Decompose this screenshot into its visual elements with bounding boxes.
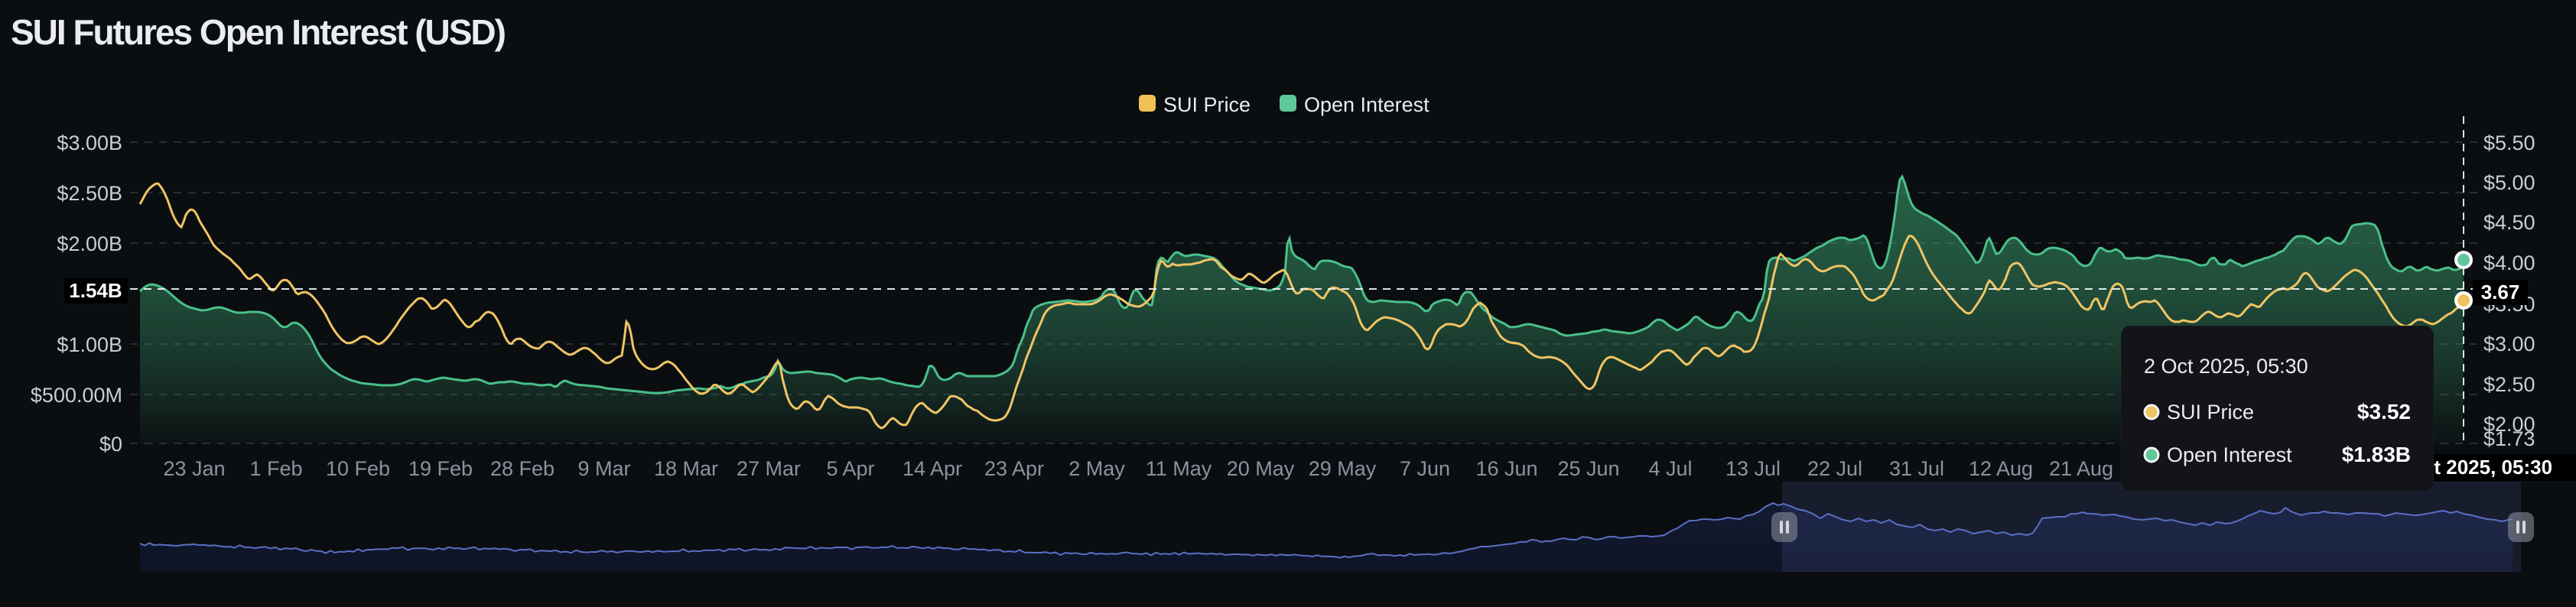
svg-text:Open Interest: Open Interest [1304,93,1429,116]
svg-text:SUI Price: SUI Price [1163,93,1251,116]
svg-text:5 Apr: 5 Apr [826,457,874,480]
svg-text:$2.50: $2.50 [2483,373,2535,396]
svg-text:16 Jun: 16 Jun [1475,457,1537,480]
svg-text:$1.83B: $1.83B [2342,443,2411,466]
svg-text:$4.00: $4.00 [2483,252,2535,274]
svg-text:$5.50: $5.50 [2483,131,2535,154]
svg-text:2 Oct 2025, 05:30: 2 Oct 2025, 05:30 [2144,355,2308,378]
svg-text:10 Feb: 10 Feb [326,457,390,480]
svg-text:28 Feb: 28 Feb [490,457,555,480]
svg-text:$3.00: $3.00 [2483,333,2535,355]
svg-text:23 Apr: 23 Apr [984,457,1044,480]
svg-text:$1.73: $1.73 [2483,427,2535,450]
svg-text:$4.50: $4.50 [2483,211,2535,234]
svg-text:27 Mar: 27 Mar [737,457,801,480]
svg-text:$500.00M: $500.00M [31,384,122,407]
svg-text:$3.52: $3.52 [2357,400,2411,424]
svg-text:14 Apr: 14 Apr [903,457,962,480]
svg-text:1.54B: 1.54B [69,279,122,302]
svg-text:SUI Price: SUI Price [2167,401,2254,424]
svg-text:31 Jul: 31 Jul [1889,457,1944,480]
svg-text:$1.00B: $1.00B [57,333,122,356]
svg-text:4 Jul: 4 Jul [1648,457,1692,480]
svg-text:3.67: 3.67 [2481,281,2520,304]
svg-text:20 May: 20 May [1227,457,1295,480]
svg-text:SUI Futures Open Interest (USD: SUI Futures Open Interest (USD) [11,12,506,52]
svg-text:21 Aug: 21 Aug [2049,457,2113,480]
svg-text:19 Feb: 19 Feb [408,457,473,480]
svg-text:22 Jul: 22 Jul [1807,457,1862,480]
svg-text:29 May: 29 May [1309,457,1377,480]
svg-text:18 Mar: 18 Mar [654,457,718,480]
svg-text:23 Jan: 23 Jan [163,457,225,480]
svg-text:9 Mar: 9 Mar [577,457,630,480]
svg-text:$2.50B: $2.50B [57,182,122,205]
svg-text:12 Aug: 12 Aug [1969,457,2033,480]
svg-text:11 May: 11 May [1146,457,1212,480]
svg-text:$3.00B: $3.00B [57,131,122,154]
svg-text:1 Feb: 1 Feb [249,457,302,480]
svg-text:$2.00B: $2.00B [57,232,122,255]
svg-text:Open Interest: Open Interest [2167,443,2292,466]
svg-text:$0: $0 [99,433,122,456]
svg-text:7 Jun: 7 Jun [1400,457,1450,480]
svg-text:25 Jun: 25 Jun [1557,457,1619,480]
svg-text:2 May: 2 May [1068,457,1125,480]
svg-text:$5.00: $5.00 [2483,171,2535,194]
svg-text:13 Jul: 13 Jul [1725,457,1781,480]
